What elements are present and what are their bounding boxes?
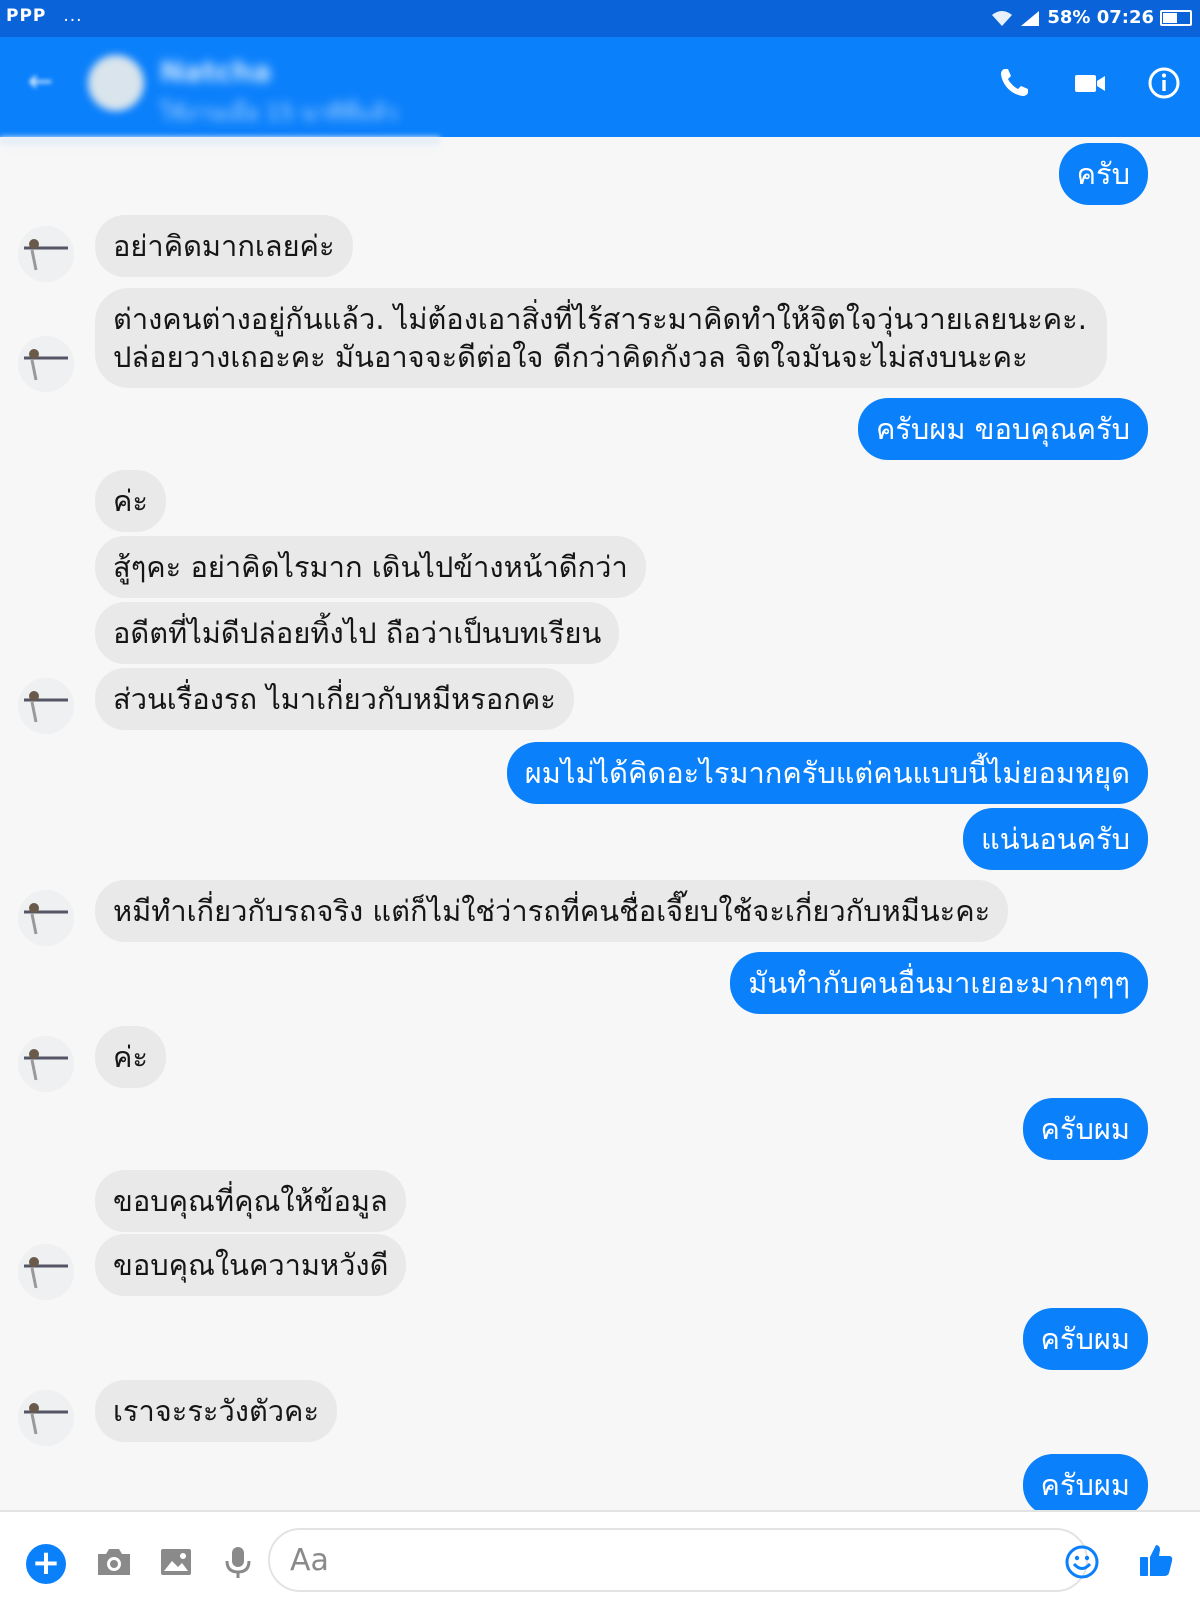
more-notifications-label: ... xyxy=(63,6,83,26)
plus-glyph: + xyxy=(31,1543,61,1583)
message-bubble-outgoing[interactable]: ผมไม่ได้คิดอะไรมากครับแต่คนแบบนี้ไม่ยอมห… xyxy=(506,742,1148,804)
header-shadow xyxy=(0,137,440,149)
message-bubble-outgoing[interactable]: ครับผม ขอบคุณครับ xyxy=(857,398,1148,460)
message-bubble-incoming[interactable]: เราจะระวังตัวคะ xyxy=(95,1380,338,1442)
status-bar: PPP ... 58% 07:26 xyxy=(0,0,1200,37)
message-bubble-incoming[interactable]: อย่าคิดมากเลยค่ะ xyxy=(95,215,353,277)
camera-icon[interactable] xyxy=(94,1542,134,1582)
contact-avatar-small[interactable] xyxy=(18,1244,74,1300)
contact-avatar[interactable] xyxy=(88,55,144,111)
message-input[interactable] xyxy=(268,1528,1088,1592)
contact-name[interactable]: Natcha xyxy=(160,55,271,88)
plus-icon[interactable]: + xyxy=(26,1544,66,1584)
message-bubble-incoming[interactable]: อดีตที่ไม่ดีปล่อยทิ้งไป ถือว่าเป็นบทเรีย… xyxy=(95,602,620,664)
thumbs-up-icon[interactable] xyxy=(1136,1540,1176,1580)
message-bubble-incoming[interactable]: ขอบคุณในความหวังดี xyxy=(95,1234,407,1296)
contact-avatar-small[interactable] xyxy=(18,678,74,734)
message-bubble-outgoing[interactable]: แน่นอนครับ xyxy=(963,808,1148,870)
status-bar-system: 58% 07:26 xyxy=(991,7,1192,28)
message-bubble-incoming[interactable]: ส่วนเรื่องรถ ไมาเกี่ยวกับหมีหรอกคะ xyxy=(95,668,574,730)
message-bubble-incoming[interactable]: ต่างคนต่างอยู่กันแล้ว. ไม่ต้องเอาสิ่งที่… xyxy=(95,288,1107,388)
conversation-header: ← Natcha ใช้งานเมื่อ 15 นาทีที่แล้ว xyxy=(0,37,1200,137)
video-call-icon[interactable] xyxy=(1072,65,1108,101)
message-composer: + xyxy=(0,1510,1200,1602)
info-icon[interactable] xyxy=(1146,65,1182,101)
notification-icons-label: PPP xyxy=(6,6,47,26)
battery-and-clock: 58% 07:26 xyxy=(1047,7,1154,28)
message-bubble-incoming[interactable]: หมีทำเกี่ยวกับรถจริง แต่ก็ไม่ใช่ว่ารถที่… xyxy=(95,880,1009,942)
message-bubble-incoming[interactable]: สู้ๆคะ อย่าคิดไรมาก เดินไปข้างหน้าดีกว่า xyxy=(95,536,646,598)
gallery-icon[interactable] xyxy=(156,1542,196,1582)
message-bubble-incoming[interactable]: ขอบคุณที่คุณให้ข้อมูล xyxy=(95,1170,406,1232)
microphone-icon[interactable] xyxy=(218,1542,258,1582)
wifi-icon xyxy=(992,10,1013,26)
phone-call-icon[interactable] xyxy=(996,65,1032,101)
message-bubble-outgoing[interactable]: ครับผม xyxy=(1022,1308,1148,1370)
contact-avatar-small[interactable] xyxy=(18,226,74,282)
contact-status: ใช้งานเมื่อ 15 นาทีที่แล้ว xyxy=(160,101,398,126)
message-bubble-outgoing[interactable]: ครับผม xyxy=(1022,1454,1148,1516)
contact-avatar-small[interactable] xyxy=(18,890,74,946)
message-bubble-outgoing[interactable]: มันทำกับคนอื่นมาเยอะมากๆๆๆ xyxy=(730,952,1148,1014)
contact-avatar-small[interactable] xyxy=(18,1390,74,1446)
message-bubble-outgoing[interactable]: ครับ xyxy=(1058,143,1148,205)
contact-avatar-small[interactable] xyxy=(18,336,74,392)
message-bubble-outgoing[interactable]: ครับผม xyxy=(1022,1098,1148,1160)
status-bar-notifications: PPP ... xyxy=(6,6,83,26)
message-bubble-incoming[interactable]: ค่ะ xyxy=(95,1026,166,1088)
emoji-icon[interactable] xyxy=(1064,1544,1100,1580)
contact-avatar-small[interactable] xyxy=(18,1036,74,1092)
battery-icon xyxy=(1160,9,1192,26)
back-button[interactable]: ← xyxy=(28,67,58,97)
message-bubble-incoming[interactable]: ค่ะ xyxy=(95,470,166,532)
signal-icon xyxy=(1021,10,1040,26)
